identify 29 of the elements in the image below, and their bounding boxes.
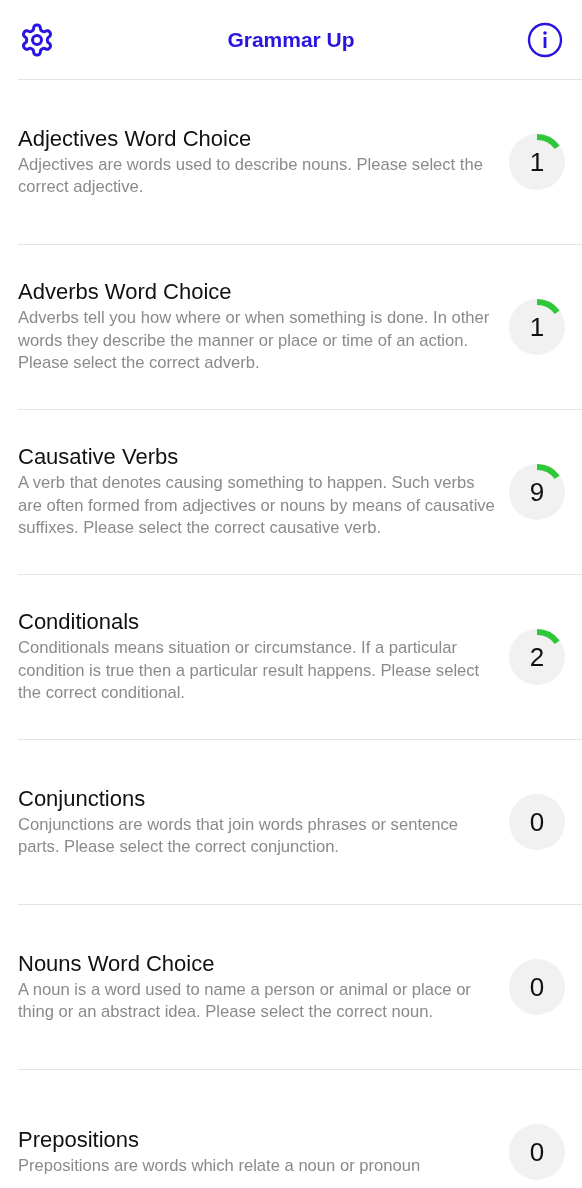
progress-count: 2	[529, 641, 545, 673]
progress-count: 1	[529, 146, 545, 178]
topic-description: Adjectives are words used to describe nouns. Please select the correct adjective.	[18, 153, 484, 198]
topic-description: Prepositions are words which relate a noun or pronoun	[18, 1154, 422, 1177]
progress-count: 1	[529, 311, 545, 343]
topic-row[interactable]: Adjectives Word Choice Adjectives are words used to describe nouns. Please select the correct adjective. 1	[18, 80, 582, 245]
progress-count: 0	[529, 806, 545, 838]
progress-count: 0	[529, 1136, 545, 1168]
topic-title: Adverbs Word Choice	[18, 279, 233, 306]
topic-description: Adverbs tell you how where or when something is done. In other words they describe the manner or place or time of an action. Please select the correct adverb.	[18, 307, 491, 375]
topic-title: Prepositions	[18, 1126, 141, 1153]
topic-row[interactable]: Conjunctions Conjunctions are words that join words phrases or sentence parts. Please select the correct conjunction. 0	[18, 740, 582, 905]
topic-row[interactable]: Causative Verbs A verb that denotes causing something to happen. Such verbs are often formed from adjectives or nouns by means of causative suffixes. Please select the correct causative verb. 9	[18, 410, 582, 575]
topic-row[interactable]: Adverbs Word Choice Adverbs tell you how where or when something is done. In other words they describe the manner or place or time of an action. Please select the correct adverb. 1	[18, 245, 582, 410]
progress-count: 0	[529, 971, 545, 1003]
topic-title: Nouns Word Choice	[18, 950, 216, 977]
topic-row[interactable]: Conditionals Conditionals means situation or circumstance. If a particular condition is true then a particular result happens. Please select the correct conditional. 2	[18, 575, 582, 740]
topic-description: Conjunctions are words that join words phrases or sentence parts. Please select the correct conjunction.	[18, 813, 459, 858]
topic-title: Causative Verbs	[18, 444, 180, 471]
topic-description: Conditionals means situation or circumstance. If a particular condition is true then a particular result happens. Please select the correct conditional.	[18, 637, 481, 705]
topic-row[interactable]: Prepositions Prepositions are words which relate a noun or pronoun 0	[18, 1070, 582, 1188]
app-title: Grammar Up	[227, 27, 355, 52]
topic-title: Adjectives Word Choice	[18, 125, 253, 152]
topic-description: A verb that denotes causing something to happen. Such verbs are often formed from adjectives or nouns by means of causative suffixes. Please select the correct causative verb.	[18, 472, 496, 540]
progress-count: 9	[529, 476, 545, 508]
topic-title: Conditionals	[18, 609, 141, 636]
topic-title: Conjunctions	[18, 785, 147, 812]
topic-description: A noun is a word used to name a person or animal or place or thing or an abstract idea. Please select the correct noun.	[18, 978, 472, 1023]
topic-row[interactable]: Nouns Word Choice A noun is a word used to name a person or animal or place or thing or an abstract idea. Please select the correct noun. 0	[18, 905, 582, 1070]
